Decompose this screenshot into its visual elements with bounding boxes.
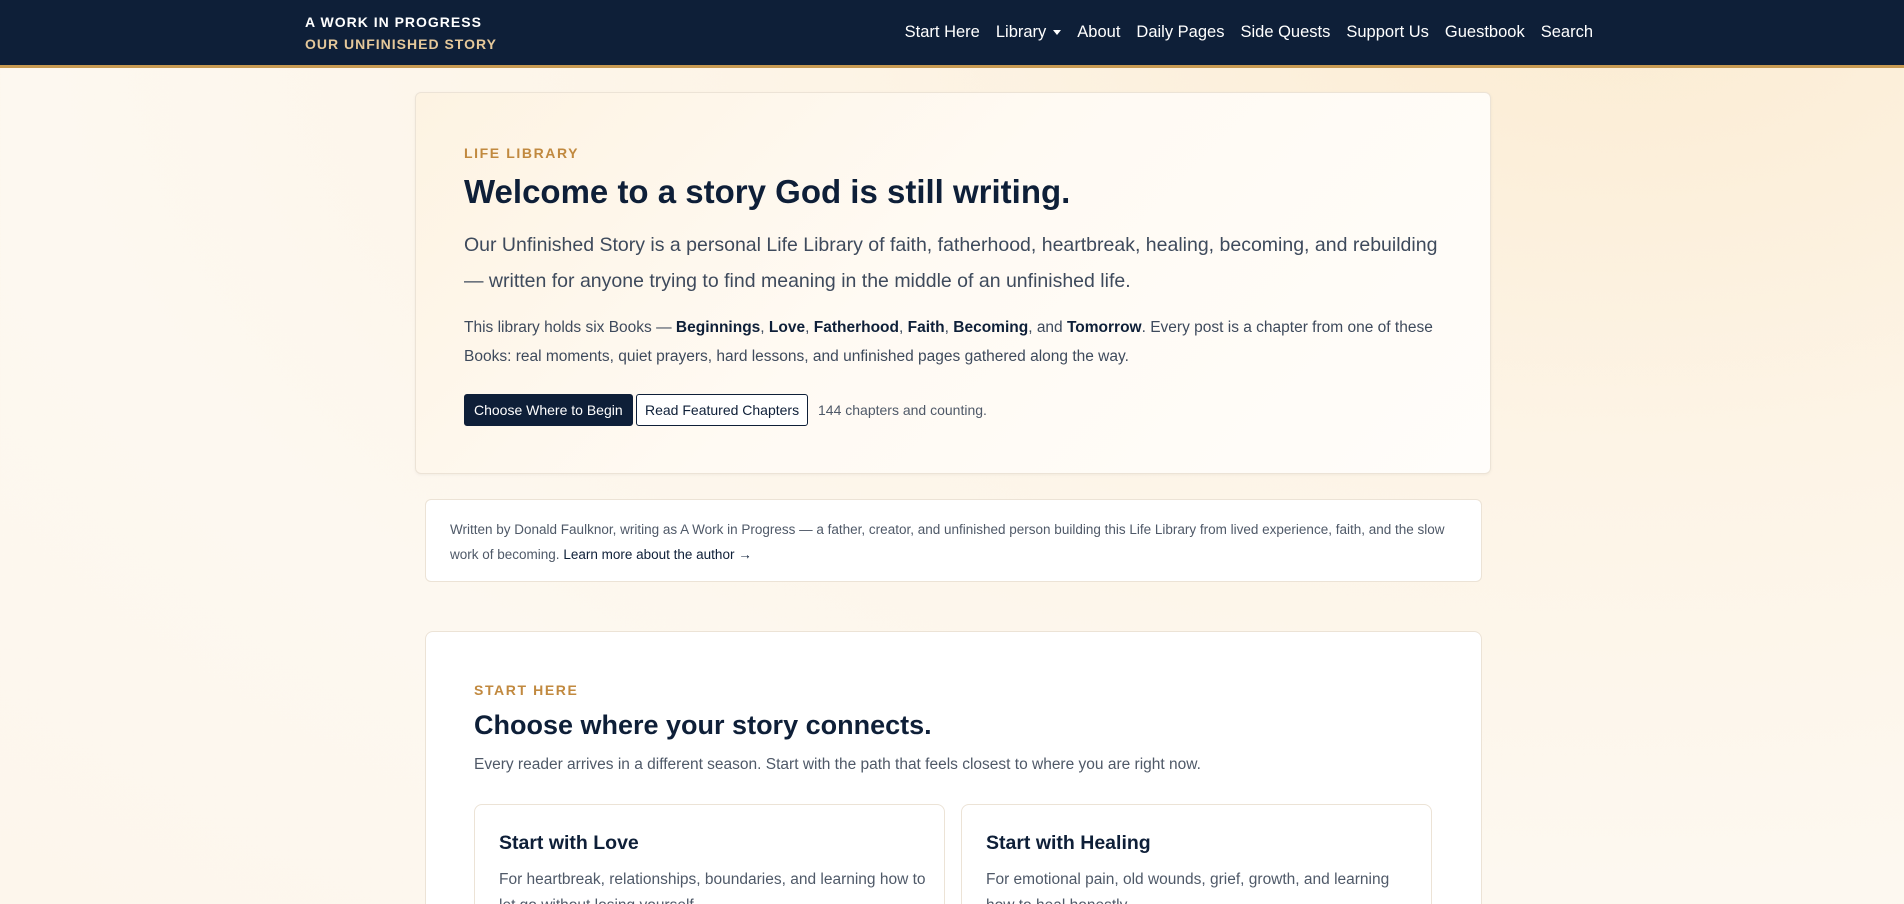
path-card-title: Start with Healing xyxy=(986,832,1151,854)
start-here-title: Choose where your story connects. xyxy=(474,710,932,740)
path-card-love[interactable]: Start with Love For heartbreak, relation… xyxy=(474,804,945,904)
nav-guestbook[interactable]: Guestbook xyxy=(1445,23,1525,42)
hero-lead: Our Unfinished Story is a personal Life … xyxy=(464,234,1438,292)
top-navbar: A WORK IN PROGRESS OUR UNFINISHED STORY … xyxy=(0,0,1904,68)
path-card-text: For heartbreak, relationships, boundarie… xyxy=(499,871,926,904)
hero-card: LIFE LIBRARY Welcome to a story God is s… xyxy=(415,92,1491,474)
nav-about[interactable]: About xyxy=(1077,23,1120,42)
author-note: Written by Donald Faulknor, writing as A… xyxy=(425,499,1482,582)
hero-body: This library holds six Books — Beginning… xyxy=(464,313,1454,371)
nav-library-label: Library xyxy=(995,23,1047,41)
choose-where-to-begin-button[interactable]: Choose Where to Begin xyxy=(464,394,633,426)
caret-down-icon xyxy=(1053,30,1062,35)
nav-daily-pages[interactable]: Daily Pages xyxy=(1136,23,1224,42)
separator: , xyxy=(805,319,814,336)
path-card-title: Start with Love xyxy=(499,832,639,854)
separator: , xyxy=(944,319,954,336)
path-card-text: For emotional pain, old wounds, grief, g… xyxy=(986,871,1390,904)
nav-start-here[interactable]: Start Here xyxy=(905,23,980,42)
book-name: Fatherhood xyxy=(813,319,899,336)
hero-title: Welcome to a story God is still writing. xyxy=(464,173,1071,210)
chapter-count: 144 chapters and counting. xyxy=(818,402,987,418)
author-text: Written by Donald Faulknor, writing as A… xyxy=(450,518,1460,567)
nav-library-dropdown[interactable]: Library xyxy=(995,23,1062,42)
site-brand[interactable]: A WORK IN PROGRESS OUR UNFINISHED STORY xyxy=(305,14,497,52)
start-here-eyebrow: START HERE xyxy=(474,682,579,698)
nav-side-quests[interactable]: Side Quests xyxy=(1240,23,1330,42)
book-name: Beginnings xyxy=(675,319,761,336)
separator: , and xyxy=(1028,319,1067,336)
start-here-section: START HERE Choose where your story conne… xyxy=(425,631,1482,904)
hero-body-prefix: This library holds six Books — xyxy=(464,319,676,336)
separator: , xyxy=(760,319,769,336)
hero-eyebrow: LIFE LIBRARY xyxy=(464,145,580,161)
book-name: Faith xyxy=(907,319,945,336)
nav-support-us[interactable]: Support Us xyxy=(1346,23,1429,42)
start-here-intro: Every reader arrives in a different seas… xyxy=(474,756,1201,773)
book-name: Love xyxy=(768,319,806,336)
nav-search[interactable]: Search xyxy=(1541,23,1593,42)
separator: , xyxy=(898,319,908,336)
brand-subtitle[interactable]: OUR UNFINISHED STORY xyxy=(305,36,497,52)
book-name: Tomorrow xyxy=(1066,319,1142,336)
path-card-healing[interactable]: Start with Healing For emotional pain, o… xyxy=(961,804,1432,904)
brand-title[interactable]: A WORK IN PROGRESS xyxy=(305,14,497,30)
book-name: Becoming xyxy=(953,319,1029,336)
about-author-link[interactable]: Learn more about the author → xyxy=(563,547,751,562)
read-featured-chapters-button[interactable]: Read Featured Chapters xyxy=(636,394,809,426)
main-nav: Start Here Library About Daily Pages Sid… xyxy=(889,0,1593,65)
